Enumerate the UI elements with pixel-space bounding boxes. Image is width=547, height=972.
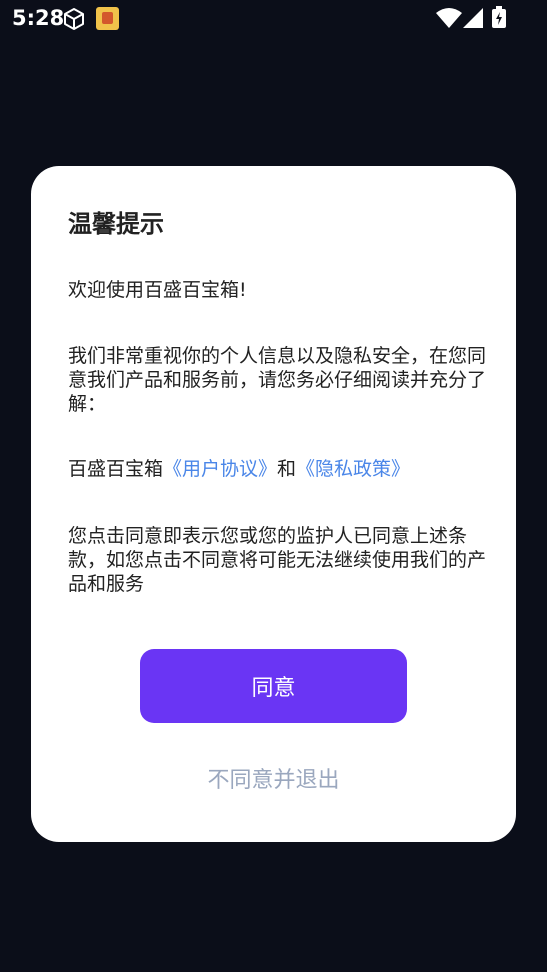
status-bar: 5:28	[0, 0, 547, 36]
privacy-dialog: 温馨提示 欢迎使用百盛百宝箱! 我们非常重视你的个人信息以及隐私安全，在您同意我…	[31, 166, 516, 842]
privacy-policy-link[interactable]: 《隐私政策》	[296, 458, 410, 480]
battery-charging-icon	[492, 6, 506, 28]
app-notification-icon	[96, 7, 119, 30]
consent-text: 您点击同意即表示您或您的监护人已同意上述条款，如您点击不同意将可能无法继续使用我…	[68, 525, 487, 595]
agree-button[interactable]: 同意	[140, 649, 407, 723]
importance-text: 我们非常重视你的个人信息以及隐私安全，在您同意我们产品和服务前，请您务必仔细阅读…	[68, 345, 487, 415]
links-and: 和	[277, 458, 297, 480]
welcome-text: 欢迎使用百盛百宝箱!	[68, 279, 247, 301]
cellular-signal-icon	[463, 8, 483, 28]
status-time: 5:28	[12, 6, 65, 30]
user-agreement-link[interactable]: 《用户协议》	[163, 458, 277, 480]
cube-icon	[64, 8, 84, 30]
links-prefix: 百盛百宝箱	[68, 458, 164, 480]
disagree-exit-button[interactable]: 不同意并退出	[31, 762, 516, 794]
agreement-links-line: 百盛百宝箱《用户协议》和《隐私政策》	[68, 457, 488, 481]
wifi-icon	[436, 8, 462, 28]
dialog-title: 温馨提示	[68, 210, 164, 238]
